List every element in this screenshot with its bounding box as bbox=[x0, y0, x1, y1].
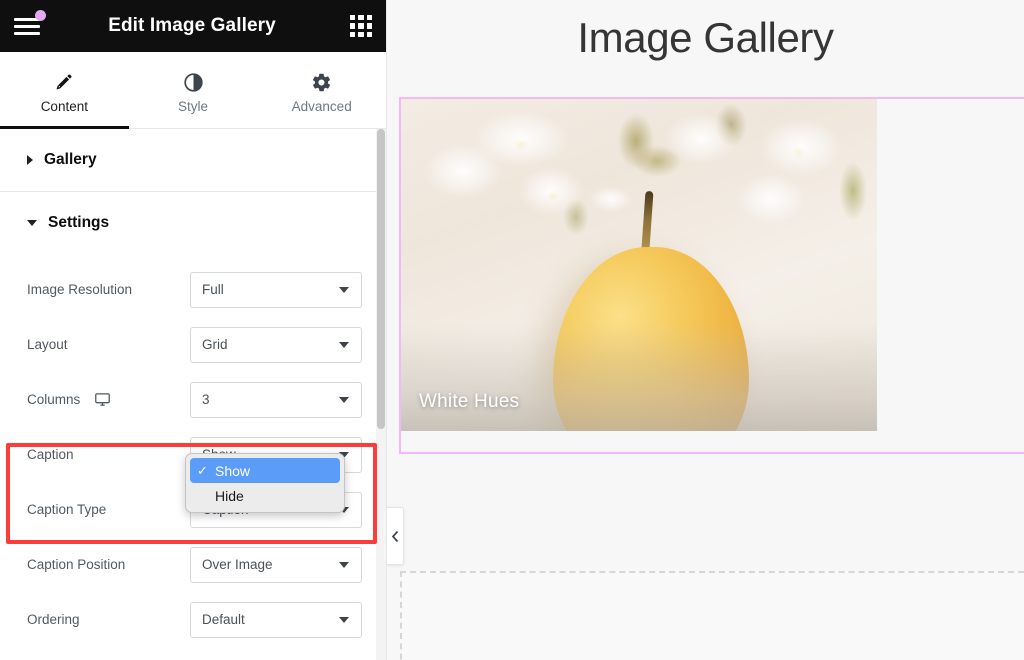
grid-dot bbox=[358, 23, 364, 29]
grid-dot bbox=[366, 15, 372, 21]
columns-select[interactable]: 3 bbox=[190, 381, 362, 418]
dropdown-option-label: Show bbox=[215, 462, 251, 479]
hamburger-menu-icon[interactable] bbox=[14, 10, 46, 37]
chevron-left-icon bbox=[391, 530, 398, 542]
control-ordering: Ordering Default bbox=[0, 592, 386, 647]
control-label: Caption Type bbox=[27, 502, 107, 517]
checkmark-icon: ✓ bbox=[197, 463, 208, 478]
control-image-resolution: Image Resolution Full bbox=[0, 262, 386, 317]
control-columns: Columns 3 bbox=[0, 372, 386, 427]
image-gallery-widget[interactable]: White Hues bbox=[399, 97, 1024, 454]
chevron-right-icon bbox=[27, 155, 33, 165]
section-gallery-title: Gallery bbox=[44, 151, 97, 168]
hamburger-line bbox=[14, 31, 40, 35]
select-value: Over Image bbox=[202, 557, 273, 572]
gallery-image-item[interactable]: White Hues bbox=[401, 99, 877, 431]
panel-collapse-handle[interactable] bbox=[387, 507, 404, 565]
grid-apps-icon[interactable] bbox=[350, 15, 372, 37]
editor-panel: Edit Image Gallery Content Style Advance… bbox=[0, 0, 387, 660]
tab-advanced[interactable]: Advanced bbox=[257, 52, 386, 128]
grid-dot bbox=[358, 15, 364, 21]
gallery-image-caption: White Hues bbox=[419, 391, 520, 412]
notification-dot-icon bbox=[35, 10, 46, 21]
dropdown-option-show[interactable]: ✓ Show bbox=[190, 458, 340, 483]
control-label: Layout bbox=[27, 337, 68, 352]
tab-content[interactable]: Content bbox=[0, 52, 129, 129]
layout-select[interactable]: Grid bbox=[190, 326, 362, 363]
control-label: Columns bbox=[27, 392, 81, 407]
section-gallery: Gallery bbox=[0, 129, 386, 192]
caption-dropdown-popup[interactable]: ✓ Show Hide bbox=[185, 453, 345, 513]
section-drop-area[interactable] bbox=[400, 571, 1024, 660]
layout-select-wrap: Grid bbox=[190, 326, 362, 363]
control-label: Caption bbox=[27, 447, 74, 462]
chevron-down-icon bbox=[339, 286, 349, 293]
grid-dot bbox=[366, 23, 372, 29]
chevron-down-icon bbox=[339, 616, 349, 623]
page-title: Image Gallery bbox=[577, 14, 834, 61]
section-settings-header[interactable]: Settings bbox=[0, 192, 386, 254]
grid-dot bbox=[358, 31, 364, 37]
chevron-down-icon bbox=[27, 220, 37, 226]
image-resolution-select-wrap: Full bbox=[190, 271, 362, 308]
panel-body: Gallery Settings Image Resolution Full L… bbox=[0, 129, 386, 660]
panel-title: Edit Image Gallery bbox=[108, 15, 276, 36]
panel-tabs: Content Style Advanced bbox=[0, 52, 386, 129]
control-label-wrap: Columns bbox=[27, 391, 190, 408]
pencil-icon bbox=[54, 72, 74, 92]
grid-dot bbox=[350, 31, 356, 37]
ordering-select-wrap: Default bbox=[190, 601, 362, 638]
caption-position-select[interactable]: Over Image bbox=[190, 546, 362, 583]
half-circle-contrast-icon bbox=[183, 72, 204, 92]
elementor-editor: Edit Image Gallery Content Style Advance… bbox=[0, 0, 1024, 660]
preview-canvas: Image Gallery White Hues bbox=[387, 0, 1024, 660]
control-layout: Layout Grid bbox=[0, 317, 386, 372]
select-value: Grid bbox=[202, 337, 228, 352]
gear-icon bbox=[311, 72, 332, 92]
image-resolution-select[interactable]: Full bbox=[190, 271, 362, 308]
tab-style[interactable]: Style bbox=[129, 52, 258, 128]
ordering-select[interactable]: Default bbox=[190, 601, 362, 638]
control-caption-position: Caption Position Over Image bbox=[0, 537, 386, 592]
grid-dot bbox=[350, 23, 356, 29]
caption-scrim bbox=[401, 335, 877, 431]
section-gallery-header[interactable]: Gallery bbox=[0, 129, 386, 191]
tab-content-label: Content bbox=[40, 99, 88, 114]
tab-style-label: Style bbox=[178, 99, 209, 114]
settings-controls: Image Resolution Full Layout Grid Column… bbox=[0, 254, 386, 647]
dropdown-option-hide[interactable]: Hide bbox=[190, 483, 340, 508]
panel-scrollbar[interactable] bbox=[376, 129, 386, 660]
panel-scrollbar-thumb[interactable] bbox=[377, 129, 385, 429]
dropdown-option-label: Hide bbox=[215, 487, 244, 504]
caption-position-select-wrap: Over Image bbox=[190, 546, 362, 583]
tab-advanced-label: Advanced bbox=[291, 99, 352, 114]
select-value: Full bbox=[202, 282, 224, 297]
select-value: Default bbox=[202, 612, 245, 627]
hamburger-line bbox=[14, 24, 40, 28]
panel-header: Edit Image Gallery bbox=[0, 0, 386, 52]
select-value: 3 bbox=[202, 392, 210, 407]
chevron-down-icon bbox=[339, 561, 349, 568]
chevron-down-icon bbox=[339, 341, 349, 348]
control-label: Image Resolution bbox=[27, 282, 133, 297]
grid-dot bbox=[366, 31, 372, 37]
grid-dot bbox=[350, 15, 356, 21]
section-settings: Settings Image Resolution Full Layout Gr… bbox=[0, 192, 386, 647]
desktop-monitor-icon[interactable] bbox=[94, 391, 111, 408]
chevron-down-icon bbox=[339, 396, 349, 403]
control-label: Caption Position bbox=[27, 557, 126, 572]
section-settings-title: Settings bbox=[48, 214, 110, 231]
control-label: Ordering bbox=[27, 612, 80, 627]
columns-select-wrap: 3 bbox=[190, 381, 362, 418]
